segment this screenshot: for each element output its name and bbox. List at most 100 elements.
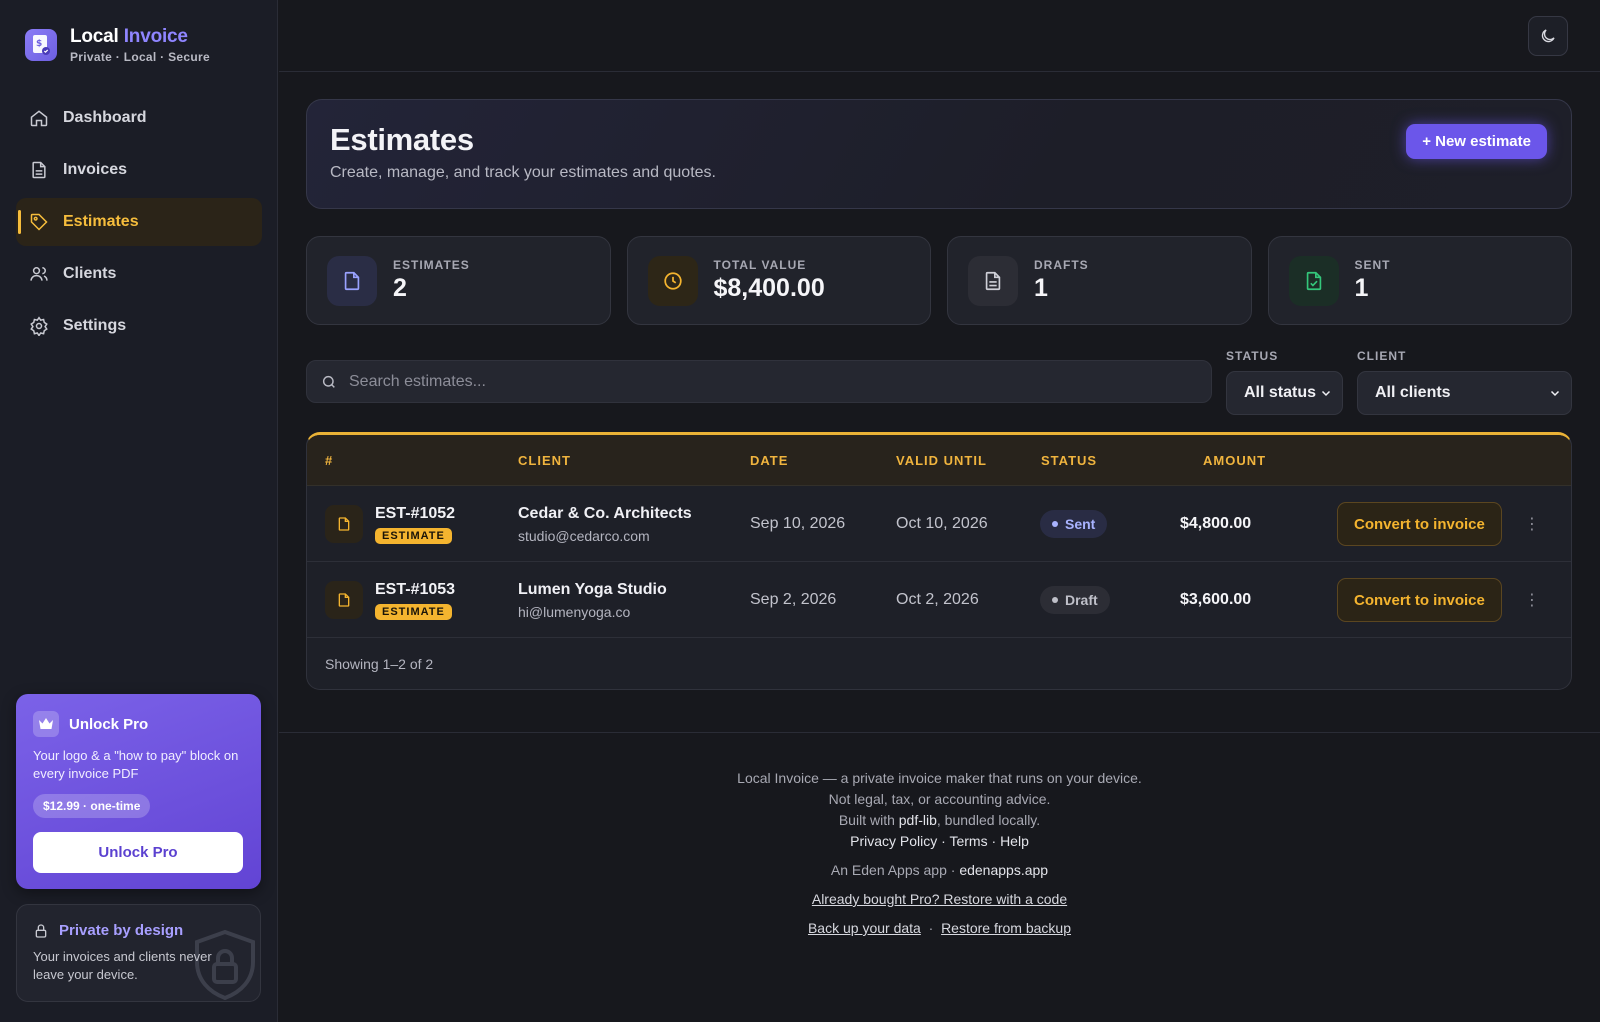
private-title: Private by design — [59, 922, 184, 939]
footer-eden: An Eden Apps app · edenapps.app — [830, 862, 1049, 878]
status-dot-icon — [1052, 597, 1058, 603]
column-header-client[interactable]: CLIENT — [518, 453, 571, 468]
stat-value: 1 — [1034, 274, 1048, 302]
lock-icon — [35, 923, 47, 938]
stat-card-sent: SENT 1 — [1267, 236, 1572, 325]
estimate-date: Sep 10, 2026 — [750, 515, 846, 532]
footer-built-with: Built with pdf-lib, bundled locally. — [838, 812, 1041, 828]
file-check-icon — [1288, 255, 1339, 306]
valid-until-date: Oct 10, 2026 — [896, 515, 988, 532]
sidebar-item-label: Estimates — [63, 213, 139, 230]
footer-tagline: Local Invoice — a private invoice maker … — [737, 770, 1142, 786]
estimate-number[interactable]: EST-#1053 — [375, 581, 455, 599]
file-icon — [32, 161, 46, 179]
brand[interactable]: $ Local Invoice Private · Local · Secure — [25, 26, 210, 64]
users-icon — [30, 267, 48, 281]
stat-value: $8,400.00 — [713, 274, 825, 302]
pro-price-badge: $12.99 · one-time — [33, 794, 151, 818]
home-icon — [30, 110, 48, 127]
footer-disclaimer: Not legal, tax, or accounting advice. — [828, 791, 1051, 807]
client-email: studio@cedarco.com — [518, 527, 650, 544]
stat-label: TOTAL VALUE — [713, 258, 807, 272]
pdf-lib-link[interactable]: pdf-lib — [899, 812, 937, 828]
column-header-date[interactable]: DATE — [750, 453, 788, 468]
status-filter-label: STATUS — [1226, 349, 1279, 363]
restore-with-code-link[interactable]: Already bought Pro? Restore with a code — [812, 891, 1067, 907]
table-header: # CLIENT DATE VALID UNTIL STATUS AMOUNT — [307, 435, 1571, 486]
backup-data-link[interactable]: Back up your data — [808, 920, 921, 936]
more-options-icon[interactable]: ⋮ — [1524, 562, 1540, 638]
gear-icon — [30, 316, 48, 336]
status-select[interactable]: All status — [1226, 371, 1343, 415]
footer: Local Invoice — a private invoice maker … — [279, 732, 1600, 1022]
sidebar-item-label: Clients — [63, 265, 117, 282]
search-icon — [322, 375, 335, 388]
restore-from-backup-link[interactable]: Restore from backup — [941, 920, 1071, 936]
topbar — [279, 0, 1600, 72]
estimates-table: # CLIENT DATE VALID UNTIL STATUS AMOUNT … — [306, 432, 1572, 690]
chevron-down-icon — [1321, 390, 1331, 397]
sidebar-item-invoices[interactable]: Invoices — [16, 146, 262, 194]
table-row[interactable]: EST-#1052 ESTIMATE Cedar & Co. Architect… — [307, 486, 1571, 562]
new-estimate-button[interactable]: + New estimate — [1406, 124, 1547, 159]
sidebar-item-settings[interactable]: Settings — [16, 302, 262, 350]
sidebar-item-label: Settings — [63, 317, 127, 334]
more-options-icon[interactable]: ⋮ — [1524, 486, 1540, 562]
search-bar — [306, 360, 1212, 403]
moon-icon — [1541, 29, 1555, 43]
page-subtitle: Create, manage, and track your estimates… — [330, 164, 716, 181]
pro-title: Unlock Pro — [69, 715, 149, 733]
document-text-icon — [968, 255, 1018, 306]
app-title: Local Invoice — [70, 26, 188, 47]
estimate-date: Sep 2, 2026 — [750, 591, 837, 608]
status-dot-icon — [1052, 521, 1058, 527]
footer-links: Privacy Policy · Terms · Help — [850, 833, 1029, 849]
client-select-value: All clients — [1375, 384, 1451, 401]
status-badge: Sent — [1040, 510, 1108, 538]
estimate-number[interactable]: EST-#1052 — [375, 505, 455, 523]
estimate-amount: $4,800.00 — [1180, 515, 1252, 532]
convert-to-invoice-button[interactable]: Convert to invoice — [1337, 502, 1502, 546]
stat-card-drafts: DRAFTS 1 — [947, 236, 1252, 325]
valid-until-date: Oct 2, 2026 — [896, 591, 979, 608]
stat-value: 1 — [1354, 274, 1369, 302]
sidebar-item-dashboard[interactable]: Dashboard — [16, 94, 262, 142]
sidebar-item-clients[interactable]: Clients — [16, 250, 262, 298]
stat-label: ESTIMATES — [393, 258, 470, 272]
status-badge: Draft — [1040, 586, 1110, 614]
sidebar: $ Local Invoice Private · Local · Secure… — [0, 0, 278, 1022]
sidebar-item-estimates[interactable]: Estimates — [16, 198, 262, 246]
estimate-amount: $3,600.00 — [1180, 591, 1252, 608]
privacy-policy-link[interactable]: Privacy Policy — [850, 833, 937, 849]
column-header-status[interactable]: STATUS — [1041, 453, 1097, 468]
pagination-summary: Showing 1–2 of 2 — [325, 656, 434, 672]
estimate-type-badge: ESTIMATE — [375, 527, 452, 544]
app-tagline: Private · Local · Secure — [70, 50, 210, 64]
client-select[interactable]: All clients — [1357, 371, 1572, 415]
help-link[interactable]: Help — [1000, 833, 1029, 849]
unlock-pro-button[interactable]: Unlock Pro — [33, 832, 243, 873]
file-icon — [325, 505, 363, 543]
search-input[interactable] — [349, 372, 1189, 391]
invoice-logo-icon: $ — [25, 29, 57, 61]
column-header-amount[interactable]: AMOUNT — [1203, 453, 1266, 468]
convert-to-invoice-button[interactable]: Convert to invoice — [1337, 578, 1502, 622]
clock-icon — [647, 255, 698, 306]
sidebar-item-label: Dashboard — [63, 109, 147, 126]
theme-toggle-button[interactable] — [1528, 16, 1568, 56]
edenapps-link[interactable]: edenapps.app — [959, 862, 1048, 878]
stat-label: SENT — [1354, 258, 1391, 272]
status-select-value: All status — [1244, 384, 1317, 401]
file-icon — [325, 581, 363, 619]
table-row[interactable]: EST-#1053 ESTIMATE Lumen Yoga Studio hi@… — [307, 562, 1571, 638]
stat-card-estimates: ESTIMATES 2 — [306, 236, 611, 325]
pro-description: Your logo & a "how to pay" block on ever… — [33, 748, 239, 781]
chevron-down-icon — [1550, 390, 1560, 397]
column-header-number[interactable]: # — [325, 453, 333, 468]
sidebar-item-label: Invoices — [63, 161, 128, 178]
unlock-pro-card: Unlock Pro Your logo & a "how to pay" bl… — [16, 694, 261, 889]
column-header-valid-until[interactable]: VALID UNTIL — [896, 453, 987, 468]
private-description: Your invoices and clients never leave yo… — [33, 949, 212, 982]
stats-row: ESTIMATES 2 TOTAL VALUE $8,400.00 DRAFTS… — [306, 236, 1572, 325]
terms-link[interactable]: Terms — [949, 833, 987, 849]
